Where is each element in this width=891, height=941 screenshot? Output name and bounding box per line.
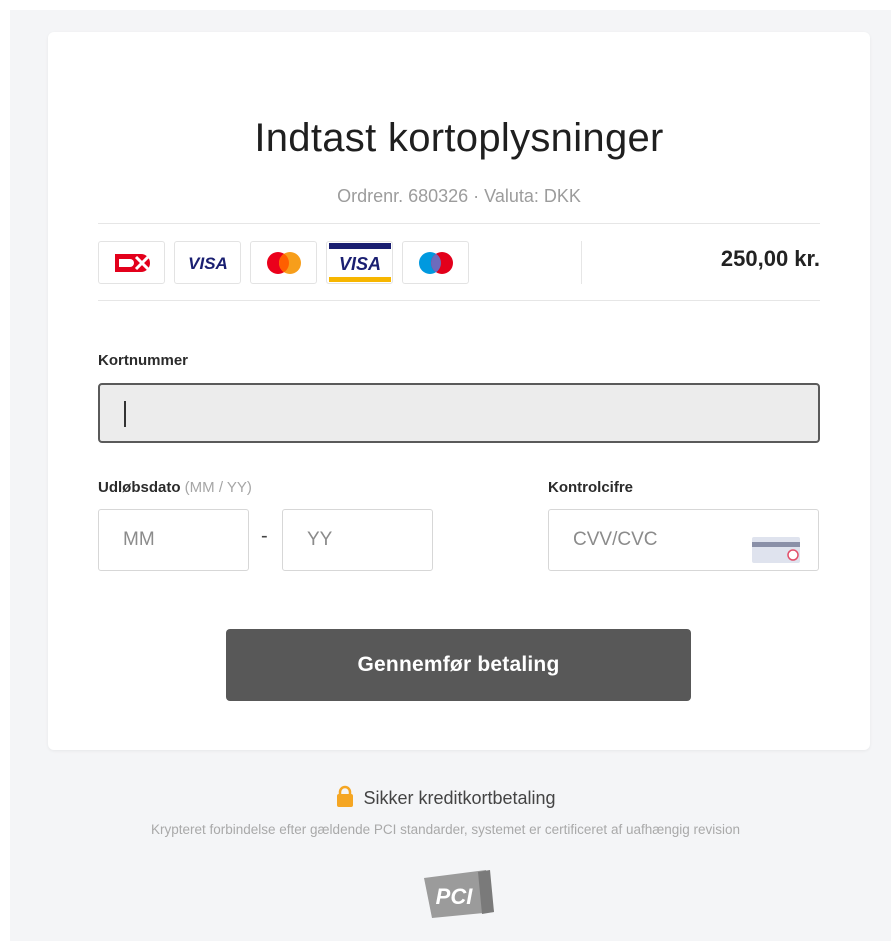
card-back-icon [752, 528, 802, 588]
pci-note: Krypteret forbindelse efter gældende PCI… [150, 822, 741, 837]
lock-icon [335, 785, 355, 812]
expiry-hint: (MM / YY) [184, 479, 252, 496]
card-number-caret-layer [98, 383, 820, 443]
card-number-label: Kortnummer [98, 352, 189, 369]
maestro-logo [402, 241, 469, 284]
mastercard-logo [250, 241, 317, 284]
cvv-label: Kontrolcifre [548, 479, 634, 496]
svg-text:VISA: VISA [188, 254, 228, 273]
expiry-month-input[interactable]: MM [98, 509, 249, 571]
secure-payment-notice: Sikker kreditkortbetaling [0, 785, 891, 812]
order-info: Ordrenr. 680326 · Valuta: DKK [337, 186, 581, 206]
amount-separator [581, 241, 582, 284]
card-logos: VISA VISA [98, 241, 469, 284]
dankort-logo [98, 241, 165, 284]
visa-electron-logo: VISA [326, 241, 393, 284]
text-caret [124, 401, 126, 427]
visa-logo: VISA [174, 241, 241, 284]
divider-top [98, 223, 820, 224]
expiry-label: Udløbsdato (MM / YY) [98, 479, 252, 496]
svg-text:VISA: VISA [338, 254, 380, 274]
expiry-separator: - [261, 525, 268, 547]
svg-text:PCI: PCI [436, 884, 474, 909]
secure-label: Sikker kreditkortbetaling [363, 788, 556, 808]
expiry-year-input[interactable]: YY [282, 509, 433, 571]
expiry-label-text: Udløbsdato [98, 479, 181, 496]
cvv-input[interactable]: CVV/CVC [548, 509, 819, 571]
payment-card: Indtast kortoplysninger Ordrenr. 680326 … [48, 32, 870, 750]
divider-bottom [98, 300, 820, 301]
payment-amount: 250,00 kr. [720, 246, 820, 271]
page-title: Indtast kortoplysninger [254, 116, 664, 160]
pci-logo: PCI [420, 868, 498, 925]
submit-payment-button[interactable]: Gennemfør betaling [226, 629, 691, 701]
cvv-placeholder: CVV/CVC [573, 529, 658, 550]
